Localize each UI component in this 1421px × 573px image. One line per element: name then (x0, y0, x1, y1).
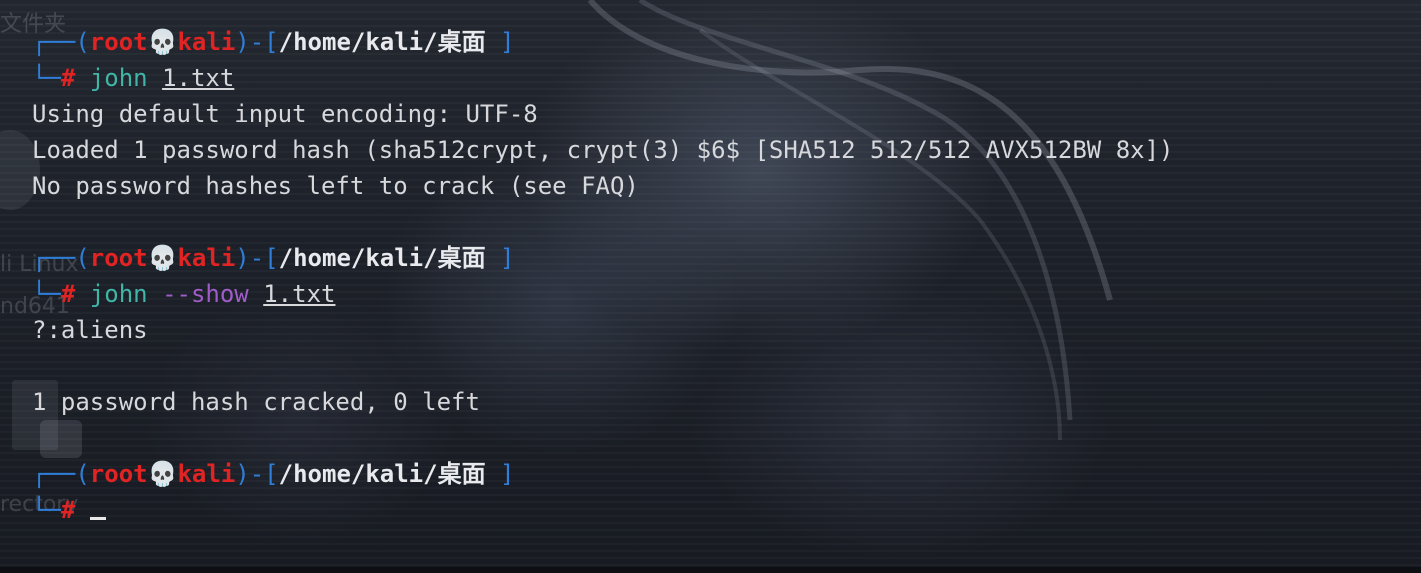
command-line: └─# john 1.txt (32, 64, 235, 92)
terminal-window[interactable]: 文件夹 li Linux nd641 rectory ┌──(root💀kali… (0, 0, 1421, 573)
prompt-host: kali (177, 460, 236, 488)
output-line: Loaded 1 password hash (sha512crypt, cry… (32, 136, 1174, 164)
prompt-header: ┌──(root💀kali)-[/home/kali/桌面 ] (32, 460, 515, 488)
command-line: └─# john --show 1.txt (32, 280, 336, 308)
terminal-output[interactable]: ┌──(root💀kali)-[/home/kali/桌面 ] └─# john… (32, 24, 1174, 528)
text-cursor[interactable] (89, 517, 106, 520)
prompt-symbol: # (60, 496, 76, 524)
prompt-path: /home/kali/桌面 (278, 244, 486, 272)
active-command-line[interactable]: └─# (32, 492, 1174, 528)
prompt-symbol: # (60, 280, 76, 308)
command-argument: 1.txt (162, 64, 235, 92)
skull-icon: 💀 (147, 28, 178, 56)
prompt-host: kali (177, 28, 236, 56)
output-line: 1 password hash cracked, 0 left (32, 388, 480, 416)
command-name: john (89, 280, 148, 308)
prompt-user: root (89, 460, 148, 488)
prompt-user: root (89, 244, 148, 272)
prompt-header: ┌──(root💀kali)-[/home/kali/桌面 ] (32, 28, 515, 56)
command-argument: 1.txt (263, 280, 336, 308)
command-name: john (89, 64, 148, 92)
skull-icon: 💀 (147, 460, 178, 488)
output-line: No password hashes left to crack (see FA… (32, 172, 639, 200)
prompt-user: root (89, 28, 148, 56)
prompt-header: ┌──(root💀kali)-[/home/kali/桌面 ] (32, 244, 515, 272)
output-line: Using default input encoding: UTF-8 (32, 100, 538, 128)
output-line: ?:aliens (32, 316, 148, 344)
skull-icon: 💀 (147, 244, 178, 272)
taskbar-edge (0, 567, 1421, 573)
command-option: --show (162, 280, 249, 308)
prompt-host: kali (177, 244, 236, 272)
prompt-path: /home/kali/桌面 (278, 28, 486, 56)
prompt-symbol: # (60, 64, 76, 92)
prompt-path: /home/kali/桌面 (278, 460, 486, 488)
